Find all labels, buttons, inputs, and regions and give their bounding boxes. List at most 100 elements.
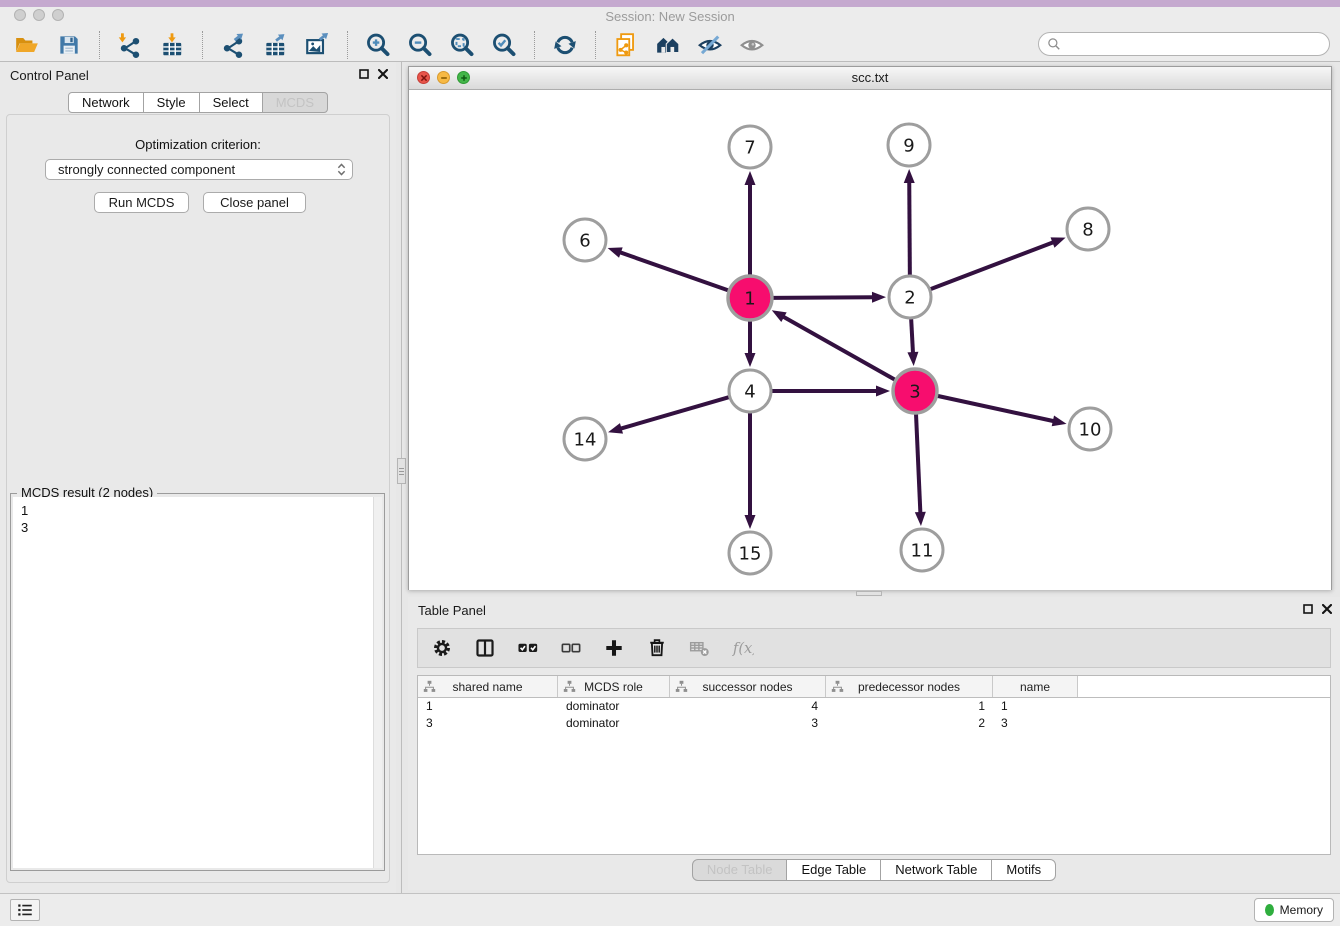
export-table-button[interactable] — [260, 30, 290, 60]
column-header-successor-nodes[interactable]: successor nodes — [670, 676, 826, 697]
select-all-button[interactable] — [516, 636, 540, 660]
task-history-button[interactable] — [10, 899, 40, 921]
export-table-icon — [262, 32, 288, 58]
home-button[interactable] — [653, 30, 683, 60]
tab-network[interactable]: Network — [68, 92, 144, 113]
zoom-selected-button[interactable] — [489, 30, 519, 60]
result-line: 3 — [21, 519, 382, 536]
cell-MCDS-role: dominator — [558, 698, 670, 715]
run-mcds-button[interactable]: Run MCDS — [94, 192, 189, 213]
export-network-button[interactable] — [218, 30, 248, 60]
table-mode-gear-button[interactable] — [430, 636, 454, 660]
node-label: 10 — [1079, 420, 1102, 441]
hierarchy-icon — [563, 680, 576, 696]
edge-3-10[interactable] — [937, 396, 1066, 426]
close-panel-icon[interactable] — [378, 69, 388, 79]
cell-name: 1 — [993, 698, 1078, 715]
horizontal-split-divider[interactable] — [408, 590, 1332, 597]
refresh-layout-button[interactable] — [550, 30, 580, 60]
save-session-button[interactable] — [54, 30, 84, 60]
edge-2-9[interactable] — [904, 169, 915, 275]
node-9[interactable]: 9 — [888, 124, 930, 166]
show-all-button[interactable] — [737, 30, 767, 60]
search-icon — [1047, 37, 1061, 51]
tab-style[interactable]: Style — [143, 92, 200, 113]
clone-network-icon — [613, 32, 639, 58]
edge-1-4[interactable] — [745, 321, 756, 367]
divider-grip[interactable] — [397, 458, 406, 484]
node-10[interactable]: 10 — [1069, 408, 1111, 450]
column-header-MCDS-role[interactable]: MCDS role — [558, 676, 670, 697]
close-panel-icon[interactable] — [1322, 604, 1332, 614]
node-label: 6 — [579, 231, 590, 252]
toolbar-separator — [595, 31, 596, 59]
tab-mcds[interactable]: MCDS — [262, 92, 328, 113]
add-column-button[interactable] — [602, 636, 626, 660]
clone-network-button[interactable] — [611, 30, 641, 60]
node-label: 7 — [744, 138, 755, 159]
edge-1-6[interactable] — [608, 247, 729, 290]
edge-4-15[interactable] — [745, 413, 756, 529]
divider-grip[interactable] — [856, 591, 882, 596]
zoom-out-button[interactable] — [405, 30, 435, 60]
export-image-button[interactable] — [302, 30, 332, 60]
node-2[interactable]: 2 — [889, 276, 931, 318]
delete-table-button[interactable] — [688, 636, 712, 660]
memory-label: Memory — [1280, 903, 1323, 917]
tab-edge-table[interactable]: Edge Table — [786, 859, 881, 881]
deselect-all-button[interactable] — [559, 636, 583, 660]
edge-2-8[interactable] — [931, 237, 1066, 289]
network-window-titlebar[interactable]: scc.txt — [409, 67, 1331, 90]
close-panel-button[interactable]: Close panel — [203, 192, 306, 213]
column-header-name[interactable]: name — [993, 676, 1078, 697]
search-input[interactable] — [1066, 36, 1321, 52]
zoom-fit-button[interactable] — [447, 30, 477, 60]
node-11[interactable]: 11 — [901, 529, 943, 571]
tab-select[interactable]: Select — [199, 92, 263, 113]
import-table-button[interactable] — [157, 30, 187, 60]
edge-4-14[interactable] — [608, 397, 729, 434]
node-3[interactable]: 3 — [893, 369, 937, 413]
edge-2-3[interactable] — [907, 319, 918, 366]
node-6[interactable]: 6 — [564, 219, 606, 261]
edge-1-2[interactable] — [773, 292, 886, 303]
vertical-split-divider[interactable] — [396, 62, 408, 893]
float-panel-icon[interactable] — [1303, 604, 1313, 614]
column-header-shared-name[interactable]: shared name — [418, 676, 558, 697]
hierarchy-icon — [675, 680, 688, 696]
node-7[interactable]: 7 — [729, 126, 771, 168]
edge-3-1[interactable] — [772, 310, 895, 379]
result-scrollbar[interactable] — [373, 497, 382, 868]
open-session-button[interactable] — [12, 30, 42, 60]
tab-network-table[interactable]: Network Table — [880, 859, 992, 881]
node-14[interactable]: 14 — [564, 418, 606, 460]
node-8[interactable]: 8 — [1067, 208, 1109, 250]
node-15[interactable]: 15 — [729, 532, 771, 574]
toolbar-separator — [99, 31, 100, 59]
table-panel: Table Panel f(x) shared nameMCDS rolesuc… — [408, 597, 1340, 890]
tab-node-table[interactable]: Node Table — [692, 859, 788, 881]
memory-button[interactable]: Memory — [1254, 898, 1334, 922]
edge-4-3[interactable] — [772, 386, 890, 397]
node-1[interactable]: 1 — [728, 276, 772, 320]
table-panel-header: Table Panel — [408, 597, 1340, 623]
import-network-button[interactable] — [115, 30, 145, 60]
export-network-icon — [220, 32, 246, 58]
edge-3-11[interactable] — [915, 414, 926, 526]
hide-selected-button[interactable] — [695, 30, 725, 60]
float-panel-icon[interactable] — [359, 69, 369, 79]
show-columns-button[interactable] — [473, 636, 497, 660]
table-row[interactable]: 1dominator411 — [418, 698, 1330, 715]
edge-1-7[interactable] — [745, 171, 756, 275]
function-builder-button[interactable]: f(x) — [731, 636, 755, 660]
delete-columns-button[interactable] — [645, 636, 669, 660]
tab-motifs[interactable]: Motifs — [991, 859, 1056, 881]
network-canvas[interactable]: 7 9 6 8 1 2 4 3 14 10 15 11 — [409, 90, 1331, 590]
optimization-criterion-select[interactable]: strongly connected component — [45, 159, 353, 180]
window-titlebar: Session: New Session — [0, 0, 1340, 28]
search-box[interactable] — [1038, 32, 1330, 56]
table-row[interactable]: 3dominator323 — [418, 715, 1330, 732]
node-4[interactable]: 4 — [729, 370, 771, 412]
column-header-predecessor-nodes[interactable]: predecessor nodes — [826, 676, 993, 697]
zoom-in-button[interactable] — [363, 30, 393, 60]
